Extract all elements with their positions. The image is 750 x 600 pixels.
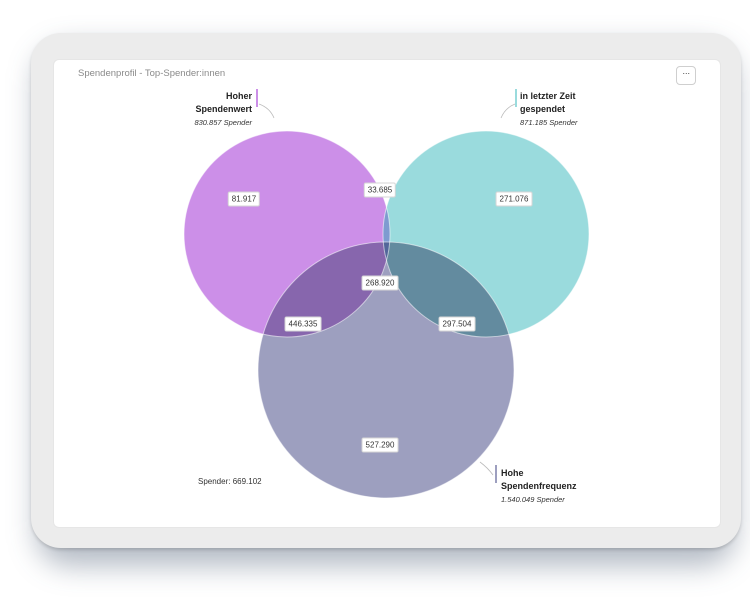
set-label-in-letzter-zeit: in letzter Zeit gespendet xyxy=(520,90,610,116)
set-count-in-letzter-zeit: 871.185 Spender xyxy=(520,118,578,127)
set-color-bar-zeit xyxy=(515,89,517,107)
set-color-bar-wert xyxy=(256,89,258,107)
set-label-line1: Hoher xyxy=(225,91,252,101)
leader-line-wert xyxy=(258,103,275,119)
set-color-bar-freq xyxy=(495,465,497,483)
set-label-hoher-spendenwert: Hoher Spendenwert xyxy=(180,90,252,116)
region-label-zeit-freq: 297.504 xyxy=(438,316,476,332)
total-value: 669.102 xyxy=(232,477,262,486)
set-label-line2: Spendenfrequenz xyxy=(501,481,577,491)
total-label: Spender: xyxy=(198,477,231,486)
region-label-wert-freq: 446.335 xyxy=(284,316,322,332)
region-label-all-three: 268.920 xyxy=(361,275,399,291)
leader-line-zeit xyxy=(500,103,516,119)
region-label-only-wert: 81.917 xyxy=(227,191,261,207)
set-label-hohe-spendenfrequenz: Hohe Spendenfrequenz xyxy=(501,467,601,493)
venn-diagram xyxy=(183,103,590,499)
leader-line-freq xyxy=(479,461,494,476)
total-spender: Spender: 669.102 xyxy=(198,477,262,486)
set-label-line1: in letzter Zeit xyxy=(520,91,576,101)
region-label-wert-zeit: 33.685 xyxy=(363,182,397,198)
region-label-only-freq: 527.290 xyxy=(361,437,399,453)
region-label-only-zeit: 271.076 xyxy=(495,191,533,207)
set-count-hohe-spendenfrequenz: 1.540.049 Spender xyxy=(501,495,565,504)
set-label-line2: Spendenwert xyxy=(195,104,252,114)
set-count-hoher-spendenwert: 830.857 Spender xyxy=(194,118,252,127)
set-label-line1: Hohe xyxy=(501,468,524,478)
set-label-line2: gespendet xyxy=(520,104,566,114)
